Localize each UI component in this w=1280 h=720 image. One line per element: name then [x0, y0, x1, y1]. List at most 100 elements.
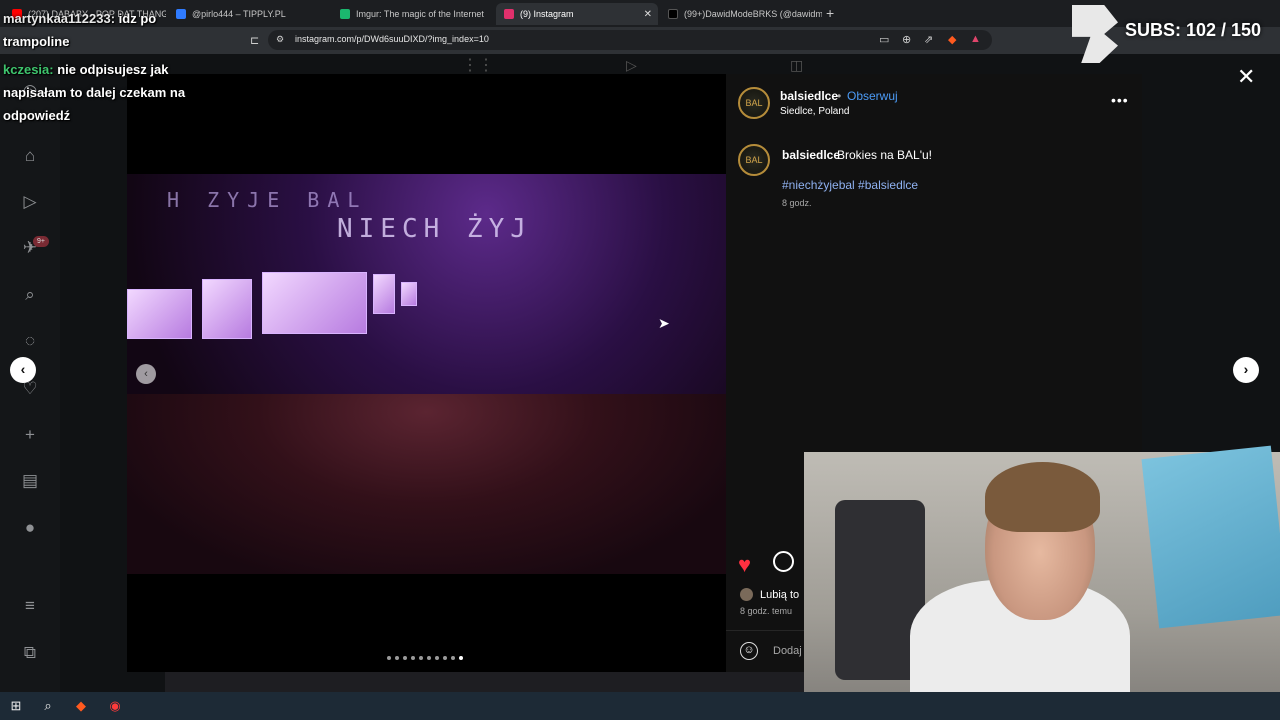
- chat-username: trampoline: [3, 34, 70, 49]
- reels-icon[interactable]: ▷: [19, 191, 41, 213]
- follow-button[interactable]: Obserwuj: [847, 89, 898, 103]
- led-screen: [401, 282, 417, 306]
- create-icon[interactable]: +: [19, 424, 41, 446]
- chat-message: kczesia: nie odpisujesz jak: [3, 62, 168, 77]
- brave-browser-icon[interactable]: ◆: [72, 697, 90, 715]
- chat-message: odpowiedź: [3, 108, 70, 123]
- tab-imgur[interactable]: Imgur: The magic of the Internet: [332, 3, 494, 25]
- chat-username: martynkaa112233:: [3, 11, 116, 26]
- led-screen: [127, 289, 192, 339]
- tab-instagram[interactable]: (9) Instagram ✕: [496, 3, 658, 25]
- notification-badge: 9+: [33, 236, 49, 247]
- webcam-jersey: [1141, 445, 1280, 629]
- chat-text: odpowiedź: [3, 108, 71, 123]
- imgur-icon: [340, 9, 350, 19]
- url-text: instagram.com/p/DWd6suuDIXD/?img_index=1…: [295, 34, 489, 44]
- prev-post-button[interactable]: ‹: [10, 357, 36, 383]
- more-options-icon[interactable]: •••: [1111, 92, 1129, 108]
- post-time: 8 godz. temu: [740, 606, 793, 616]
- grid-icon: ⋮⋮: [462, 57, 494, 74]
- tab-tiktok[interactable]: (99+)DawidModeBRKS (@dawidmod: [660, 3, 822, 25]
- caption-time: 8 godz.: [782, 198, 812, 208]
- led-text-main: NIECH ŻYJ: [337, 214, 532, 244]
- carousel-dot: [427, 656, 431, 660]
- separator-dot: •: [837, 89, 842, 103]
- instagram-icon: [504, 9, 514, 19]
- carousel-dot: [443, 656, 447, 660]
- tab-tipply[interactable]: @pirlo444 – TIPPLY.PL: [168, 3, 330, 25]
- led-screen: [373, 274, 395, 314]
- carousel-dot: [403, 656, 407, 660]
- chat-text: napisałam to dalej czekam na: [3, 85, 186, 100]
- obs-icon[interactable]: ◉: [106, 697, 124, 715]
- chat-message: napisałam to dalej czekam na: [3, 85, 185, 100]
- share-icon[interactable]: ⇗: [924, 33, 933, 46]
- carousel-dot: [435, 656, 439, 660]
- zoom-icon[interactable]: ⊕: [902, 33, 911, 46]
- carousel-dot: [451, 656, 455, 660]
- caption-username[interactable]: balsiedlce: [782, 148, 840, 162]
- search-icon[interactable]: ⌕: [19, 284, 41, 306]
- crowd: [127, 394, 726, 574]
- taskbar-search-icon[interactable]: ⌕: [39, 697, 57, 715]
- close-icon[interactable]: ✕: [1237, 64, 1255, 90]
- tab-title: (99+)DawidModeBRKS (@dawidmod: [684, 9, 822, 19]
- carousel-dot: [419, 656, 423, 660]
- author-username[interactable]: balsiedlce: [780, 89, 838, 103]
- carousel-dots: [387, 656, 463, 660]
- concert-scene: H ZYJE BAL NIECH ŻYJ: [127, 174, 726, 660]
- comment-input[interactable]: Dodaj: [773, 645, 802, 657]
- tipply-icon: [176, 9, 186, 19]
- post-location[interactable]: Siedlce, Poland: [780, 106, 850, 117]
- profile-avatar[interactable]: ●: [19, 517, 41, 539]
- mouse-cursor-icon: ➤: [658, 315, 670, 331]
- next-post-button[interactable]: ›: [1233, 357, 1259, 383]
- close-tab-icon[interactable]: ✕: [644, 9, 652, 20]
- post-photo: H ZYJE BAL NIECH ŻYJ: [127, 74, 726, 672]
- cast-icon[interactable]: ▭: [879, 33, 889, 46]
- author-avatar[interactable]: BAL: [738, 87, 770, 119]
- chat-message: martynkaa112233: idz po: [3, 11, 156, 26]
- led-text-top: H ZYJE BAL: [167, 188, 368, 212]
- tagged-icon: ◫: [790, 57, 804, 73]
- like-heart-icon[interactable]: ♥: [738, 552, 751, 578]
- tab-title: @pirlo444 – TIPPLY.PL: [192, 9, 286, 19]
- led-screen: [262, 272, 367, 334]
- emoji-icon[interactable]: ☺: [740, 642, 758, 660]
- bookmark-icon[interactable]: ⊏: [250, 34, 259, 47]
- tab-title: Imgur: The magic of the Internet: [356, 9, 484, 19]
- dashboard-icon[interactable]: ▤: [19, 470, 41, 492]
- chat-text: idz po: [118, 11, 157, 26]
- site-info-icon[interactable]: ⚙: [276, 34, 284, 45]
- webcam-person-hair: [985, 462, 1100, 532]
- menu-icon[interactable]: ≡: [19, 595, 41, 617]
- comment-icon[interactable]: [773, 551, 794, 572]
- chat-username: kczesia:: [3, 62, 54, 77]
- likes-text[interactable]: Lubią to: [760, 589, 799, 601]
- carousel-dot: [395, 656, 399, 660]
- caption-avatar[interactable]: BAL: [738, 144, 770, 176]
- carousel-dot: [411, 656, 415, 660]
- chat-message: trampoline: [3, 34, 69, 49]
- new-tab-icon[interactable]: +: [826, 5, 834, 21]
- carousel-dot-active: [459, 656, 463, 660]
- carousel-dot: [387, 656, 391, 660]
- apps-icon[interactable]: ⧉: [19, 642, 41, 664]
- tab-title: (9) Instagram: [520, 9, 574, 19]
- explore-icon[interactable]: ◌: [19, 330, 41, 352]
- caption-hashtags[interactable]: #niechżyjebal #balsiedlce: [782, 178, 918, 192]
- page-bottom-strip: [165, 672, 805, 692]
- home-icon[interactable]: ⌂: [19, 145, 41, 167]
- led-screen: [202, 279, 252, 339]
- subs-counter: SUBS: 102 / 150: [1125, 20, 1262, 40]
- windows-taskbar: [0, 692, 1280, 720]
- tiktok-icon: [668, 9, 678, 19]
- liker-avatar: [740, 588, 753, 601]
- windows-start-icon[interactable]: ⊞: [7, 697, 25, 715]
- chat-text: nie odpisujesz jak: [57, 62, 169, 77]
- rewards-icon[interactable]: ▲: [970, 33, 981, 45]
- brave-shield-icon[interactable]: ◆: [948, 33, 956, 46]
- photo-prev-button[interactable]: ‹: [136, 364, 156, 384]
- reels-tab-icon: ▷: [626, 57, 637, 73]
- caption-text: Brokies na BAL'u!: [837, 148, 933, 162]
